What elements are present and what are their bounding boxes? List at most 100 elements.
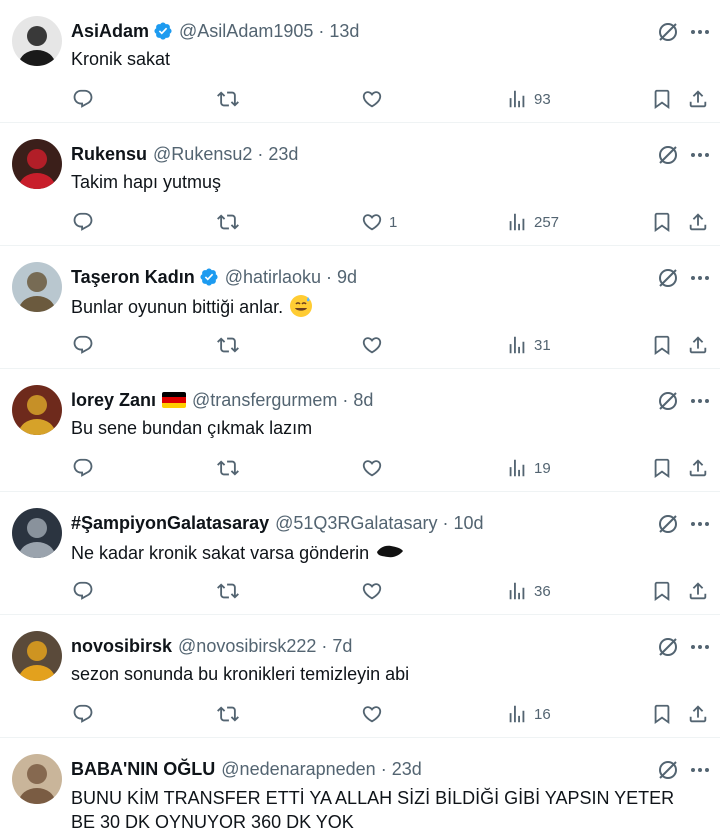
share-button[interactable] xyxy=(687,332,709,358)
bookmark-button[interactable] xyxy=(651,701,673,727)
views-button[interactable]: 93 xyxy=(506,86,551,112)
author-name[interactable]: BABA'NIN OĞLU xyxy=(71,759,215,780)
avatar[interactable] xyxy=(12,16,62,66)
grok-icon[interactable] xyxy=(656,758,680,782)
tweet-time[interactable]: 8d xyxy=(353,390,373,411)
reply-button[interactable] xyxy=(72,578,94,604)
author-name[interactable]: novosibirsk xyxy=(71,636,172,657)
grok-icon[interactable] xyxy=(656,266,680,290)
author-handle[interactable]: @hatirlaoku xyxy=(225,267,321,288)
share-button[interactable] xyxy=(687,578,709,604)
tweet-row[interactable]: BABA'NIN OĞLU @nedenarapneden · 23d BUNU KİM… xyxy=(0,738,720,832)
more-icon[interactable] xyxy=(688,389,712,413)
like-button[interactable]: 1 xyxy=(361,209,397,235)
like-button[interactable] xyxy=(361,86,383,112)
reply-button[interactable] xyxy=(72,701,94,727)
like-icon xyxy=(361,457,383,479)
grok-icon[interactable] xyxy=(656,512,680,536)
bookmark-button[interactable] xyxy=(651,332,673,358)
grok-icon[interactable] xyxy=(656,143,680,167)
like-icon xyxy=(361,703,383,725)
share-button[interactable] xyxy=(687,701,709,727)
like-button[interactable] xyxy=(361,332,383,358)
like-button[interactable] xyxy=(361,578,383,604)
retweet-button[interactable] xyxy=(217,332,239,358)
action-bar: 93 xyxy=(0,86,720,112)
retweet-button[interactable] xyxy=(217,209,239,235)
bookmark-button[interactable] xyxy=(651,455,673,481)
bookmark-button[interactable] xyxy=(651,578,673,604)
tweet-text: Takim hapı yutmuş xyxy=(71,171,700,194)
like-button[interactable] xyxy=(361,455,383,481)
tweet-text: Kronik sakat xyxy=(71,48,700,71)
more-icon[interactable] xyxy=(688,143,712,167)
author-name[interactable]: Taşeron Kadın xyxy=(71,267,195,288)
views-button[interactable]: 257 xyxy=(506,209,559,235)
tweet-row[interactable]: novosibirsk @novosibirsk222 · 7d sezon sonun… xyxy=(0,615,720,738)
more-icon[interactable] xyxy=(688,512,712,536)
like-count: 1 xyxy=(389,213,398,231)
avatar[interactable] xyxy=(12,508,62,558)
author-name[interactable]: Rukensu xyxy=(71,144,147,165)
tweet-time[interactable]: 7d xyxy=(332,636,352,657)
author-handle[interactable]: @Rukensu2 xyxy=(153,144,252,165)
tweet-time[interactable]: 23d xyxy=(392,759,422,780)
separator-dot: · xyxy=(380,758,387,779)
more-icon[interactable] xyxy=(688,20,712,44)
views-icon xyxy=(506,703,528,725)
author-name[interactable]: AsiAdam xyxy=(71,21,149,42)
reply-button[interactable] xyxy=(72,86,94,112)
views-button[interactable]: 19 xyxy=(506,455,551,481)
tweet-row[interactable]: #ŞampiyonGalatasaray @51Q3RGalatasary · 10d… xyxy=(0,492,720,615)
grok-icon[interactable] xyxy=(656,389,680,413)
reply-button[interactable] xyxy=(72,455,94,481)
avatar[interactable] xyxy=(12,385,62,435)
share-button[interactable] xyxy=(687,209,709,235)
bookmark-button[interactable] xyxy=(651,86,673,112)
avatar[interactable] xyxy=(12,262,62,312)
tweet-text-content: Kronik sakat xyxy=(71,49,171,69)
sweat-smile-emoji-icon xyxy=(289,294,313,318)
views-button[interactable]: 16 xyxy=(506,701,551,727)
share-icon xyxy=(687,580,709,602)
views-button[interactable]: 36 xyxy=(506,578,551,604)
avatar[interactable] xyxy=(12,754,62,804)
tweet-row[interactable]: Rukensu @Rukensu2 · 23d Takim hapı yutmuş 1 25… xyxy=(0,123,720,246)
retweet-button[interactable] xyxy=(217,455,239,481)
tweet-time[interactable]: 10d xyxy=(453,513,483,534)
retweet-button[interactable] xyxy=(217,701,239,727)
separator-dot: · xyxy=(326,266,333,287)
tweet-time[interactable]: 23d xyxy=(268,144,298,165)
avatar[interactable] xyxy=(12,139,62,189)
grok-icon[interactable] xyxy=(656,635,680,659)
retweet-icon xyxy=(217,211,239,233)
grok-icon[interactable] xyxy=(656,20,680,44)
like-button[interactable] xyxy=(361,701,383,727)
tweet-row[interactable]: AsiAdam @AsilAdam1905 · 13d Kronik sakat 93 xyxy=(0,0,720,123)
more-icon[interactable] xyxy=(688,266,712,290)
retweet-button[interactable] xyxy=(217,578,239,604)
retweet-button[interactable] xyxy=(217,86,239,112)
bookmark-button[interactable] xyxy=(651,209,673,235)
more-icon[interactable] xyxy=(688,635,712,659)
views-button[interactable]: 31 xyxy=(506,332,551,358)
author-handle[interactable]: @nedenarapneden xyxy=(221,759,375,780)
reply-button[interactable] xyxy=(72,332,94,358)
tweet-time[interactable]: 9d xyxy=(337,267,357,288)
tweet-time[interactable]: 13d xyxy=(329,21,359,42)
author-handle[interactable]: @transfergurmem xyxy=(192,390,337,411)
tweet-header: #ŞampiyonGalatasaray @51Q3RGalatasary · 10d xyxy=(71,511,484,535)
share-button[interactable] xyxy=(687,86,709,112)
share-button[interactable] xyxy=(687,455,709,481)
author-name[interactable]: #ŞampiyonGalatasaray xyxy=(71,513,269,534)
author-handle[interactable]: @51Q3RGalatasary xyxy=(275,513,437,534)
tweet-row[interactable]: lorey Zanı @transfergurmem · 8d Bu sene bund… xyxy=(0,369,720,492)
author-name[interactable]: lorey Zanı xyxy=(71,390,156,411)
tweet-header: Rukensu @Rukensu2 · 23d xyxy=(71,142,298,166)
author-handle[interactable]: @AsilAdam1905 xyxy=(179,21,313,42)
author-handle[interactable]: @novosibirsk222 xyxy=(178,636,316,657)
reply-button[interactable] xyxy=(72,209,94,235)
avatar[interactable] xyxy=(12,631,62,681)
more-icon[interactable] xyxy=(688,758,712,782)
tweet-row[interactable]: Taşeron Kadın @hatirlaoku · 9d Bunlar oyunun… xyxy=(0,246,720,369)
